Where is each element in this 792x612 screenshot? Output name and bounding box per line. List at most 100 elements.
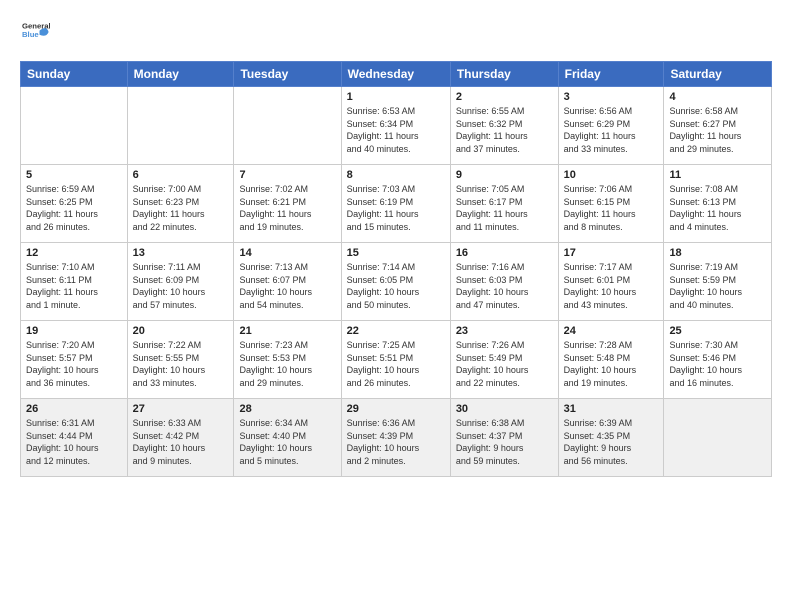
calendar-cell: 8Sunrise: 7:03 AM Sunset: 6:19 PM Daylig… [341, 165, 450, 243]
weekday-header-friday: Friday [558, 62, 664, 87]
day-number: 3 [564, 91, 659, 103]
calendar-cell: 6 Sunrise: 7:00 AM Sunset: 6:23 PM Daylig… [127, 165, 234, 243]
cell-content: Sunrise: 7:23 AM Sunset: 5:53 PM Dayligh… [239, 339, 335, 389]
calendar-cell: 25 Sunrise: 7:30 AM Sunset: 5:46 PM Dayli… [664, 321, 772, 399]
weekday-header-thursday: Thursday [450, 62, 558, 87]
day-number: 7 [239, 169, 335, 181]
cell-content: Sunrise: 6:56 AM Sunset: 6:29 PM Dayligh… [564, 105, 659, 155]
header: General Blue [20, 18, 772, 51]
calendar-cell: 30 Sunrise: 6:38 AM Sunset: 4:37 PM Dayli… [450, 399, 558, 477]
day-number: 31 [564, 403, 659, 415]
calendar-cell [664, 399, 772, 477]
weekday-row: SundayMondayTuesdayWednesdayThursdayFrid… [21, 62, 772, 87]
page: General Blue SundayMondayTuesdayWednesda… [0, 0, 792, 487]
day-number: 14 [239, 247, 335, 259]
calendar-cell: 2 Sunrise: 6:55 AM Sunset: 6:32 PM Daylig… [450, 87, 558, 165]
day-number: 5 [26, 169, 122, 181]
day-number: 11 [669, 169, 766, 181]
calendar-cell: 14 Sunrise: 7:13 AM Sunset: 6:07 PM Dayli… [234, 243, 341, 321]
cell-content: Sunrise: 7:19 AM Sunset: 5:59 PM Dayligh… [669, 261, 766, 311]
cell-content: Sunrise: 6:34 AM Sunset: 4:40 PM Dayligh… [239, 417, 335, 467]
day-number: 4 [669, 91, 766, 103]
cell-content: Sunrise: 6:55 AM Sunset: 6:32 PM Dayligh… [456, 105, 553, 155]
day-number: 17 [564, 247, 659, 259]
week-row-1: 1 Sunrise: 6:53 AM Sunset: 6:34 PM Daylig… [21, 87, 772, 165]
day-number: 27 [133, 403, 229, 415]
calendar-cell: 13 Sunrise: 7:11 AM Sunset: 6:09 PM Dayli… [127, 243, 234, 321]
day-number: 6 [133, 169, 229, 181]
cell-content: Sunrise: 7:13 AM Sunset: 6:07 PM Dayligh… [239, 261, 335, 311]
day-number: 25 [669, 325, 766, 337]
day-number: 18 [669, 247, 766, 259]
day-number: 26 [26, 403, 122, 415]
day-number: 1 [347, 91, 445, 103]
calendar-body: 1 Sunrise: 6:53 AM Sunset: 6:34 PM Daylig… [21, 87, 772, 477]
calendar-cell: 22 Sunrise: 7:25 AM Sunset: 5:51 PM Dayli… [341, 321, 450, 399]
cell-content: Sunrise: 6:53 AM Sunset: 6:34 PM Dayligh… [347, 105, 445, 155]
calendar-cell: 24 Sunrise: 7:28 AM Sunset: 5:48 PM Dayli… [558, 321, 664, 399]
calendar-cell [21, 87, 128, 165]
cell-content: Sunrise: 7:28 AM Sunset: 5:48 PM Dayligh… [564, 339, 659, 389]
calendar-cell: 7 Sunrise: 7:02 AM Sunset: 6:21 PM Daylig… [234, 165, 341, 243]
calendar-cell: 4 Sunrise: 6:58 AM Sunset: 6:27 PM Daylig… [664, 87, 772, 165]
calendar-cell: 20 Sunrise: 7:22 AM Sunset: 5:55 PM Dayli… [127, 321, 234, 399]
cell-content: Sunrise: 7:17 AM Sunset: 6:01 PM Dayligh… [564, 261, 659, 311]
calendar-cell [234, 87, 341, 165]
calendar-cell: 11 Sunrise: 7:08 AM Sunset: 6:13 PM Dayli… [664, 165, 772, 243]
cell-content: Sunrise: 6:59 AM Sunset: 6:25 PM Dayligh… [26, 183, 122, 233]
cell-content: Sunrise: 7:02 AM Sunset: 6:21 PM Dayligh… [239, 183, 335, 233]
calendar-cell: 26 Sunrise: 6:31 AM Sunset: 4:44 PM Dayli… [21, 399, 128, 477]
calendar-cell: 23Sunrise: 7:26 AM Sunset: 5:49 PM Dayli… [450, 321, 558, 399]
day-number: 20 [133, 325, 229, 337]
cell-content: Sunrise: 7:30 AM Sunset: 5:46 PM Dayligh… [669, 339, 766, 389]
cell-content: Sunrise: 7:00 AM Sunset: 6:23 PM Dayligh… [133, 183, 229, 233]
calendar-cell: 28 Sunrise: 6:34 AM Sunset: 4:40 PM Dayli… [234, 399, 341, 477]
day-number: 15 [347, 247, 445, 259]
weekday-header-sunday: Sunday [21, 62, 128, 87]
day-number: 28 [239, 403, 335, 415]
day-number: 9 [456, 169, 553, 181]
calendar-table: SundayMondayTuesdayWednesdayThursdayFrid… [20, 61, 772, 477]
calendar-cell: 19 Sunrise: 7:20 AM Sunset: 5:57 PM Dayli… [21, 321, 128, 399]
week-row-2: 5 Sunrise: 6:59 AM Sunset: 6:25 PM Daylig… [21, 165, 772, 243]
calendar-cell: 29Sunrise: 6:36 AM Sunset: 4:39 PM Dayli… [341, 399, 450, 477]
day-number: 24 [564, 325, 659, 337]
weekday-header-saturday: Saturday [664, 62, 772, 87]
calendar-cell: 12 Sunrise: 7:10 AM Sunset: 6:11 PM Dayli… [21, 243, 128, 321]
day-number: 29 [347, 403, 445, 415]
cell-content: Sunrise: 6:38 AM Sunset: 4:37 PM Dayligh… [456, 417, 553, 467]
week-row-5: 26 Sunrise: 6:31 AM Sunset: 4:44 PM Dayli… [21, 399, 772, 477]
calendar-cell: 27Sunrise: 6:33 AM Sunset: 4:42 PM Dayli… [127, 399, 234, 477]
weekday-header-tuesday: Tuesday [234, 62, 341, 87]
logo: General Blue [20, 18, 50, 51]
week-row-3: 12 Sunrise: 7:10 AM Sunset: 6:11 PM Dayli… [21, 243, 772, 321]
cell-content: Sunrise: 7:20 AM Sunset: 5:57 PM Dayligh… [26, 339, 122, 389]
cell-content: Sunrise: 6:58 AM Sunset: 6:27 PM Dayligh… [669, 105, 766, 155]
cell-content: Sunrise: 7:06 AM Sunset: 6:15 PM Dayligh… [564, 183, 659, 233]
cell-content: Sunrise: 7:14 AM Sunset: 6:05 PM Dayligh… [347, 261, 445, 311]
cell-content: Sunrise: 7:16 AM Sunset: 6:03 PM Dayligh… [456, 261, 553, 311]
day-number: 13 [133, 247, 229, 259]
calendar-cell: 5 Sunrise: 6:59 AM Sunset: 6:25 PM Daylig… [21, 165, 128, 243]
cell-content: Sunrise: 7:25 AM Sunset: 5:51 PM Dayligh… [347, 339, 445, 389]
calendar-cell: 31Sunrise: 6:39 AM Sunset: 4:35 PM Dayli… [558, 399, 664, 477]
cell-content: Sunrise: 7:10 AM Sunset: 6:11 PM Dayligh… [26, 261, 122, 311]
cell-content: Sunrise: 7:11 AM Sunset: 6:09 PM Dayligh… [133, 261, 229, 311]
day-number: 12 [26, 247, 122, 259]
calendar-cell: 15 Sunrise: 7:14 AM Sunset: 6:05 PM Dayli… [341, 243, 450, 321]
cell-content: Sunrise: 6:31 AM Sunset: 4:44 PM Dayligh… [26, 417, 122, 467]
calendar-cell: 21 Sunrise: 7:23 AM Sunset: 5:53 PM Dayli… [234, 321, 341, 399]
day-number: 10 [564, 169, 659, 181]
day-number: 16 [456, 247, 553, 259]
day-number: 19 [26, 325, 122, 337]
day-number: 22 [347, 325, 445, 337]
cell-content: Sunrise: 7:03 AM Sunset: 6:19 PM Dayligh… [347, 183, 445, 233]
calendar-cell: 3 Sunrise: 6:56 AM Sunset: 6:29 PM Daylig… [558, 87, 664, 165]
cell-content: Sunrise: 7:08 AM Sunset: 6:13 PM Dayligh… [669, 183, 766, 233]
day-number: 21 [239, 325, 335, 337]
calendar-cell: 18 Sunrise: 7:19 AM Sunset: 5:59 PM Dayli… [664, 243, 772, 321]
cell-content: Sunrise: 7:22 AM Sunset: 5:55 PM Dayligh… [133, 339, 229, 389]
day-number: 30 [456, 403, 553, 415]
day-number: 2 [456, 91, 553, 103]
logo-icon: General Blue [22, 18, 50, 46]
